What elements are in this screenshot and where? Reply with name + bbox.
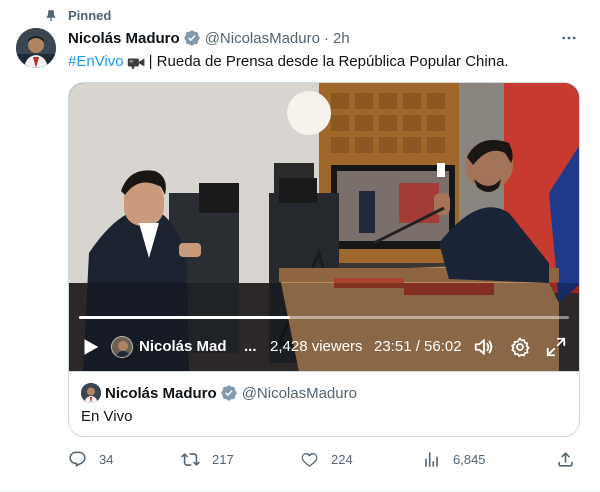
quoted-author-name: Nicolás Maduro	[105, 384, 217, 402]
tweet-actions: 34 217 224 6,845	[68, 450, 580, 470]
repost-icon	[181, 453, 200, 466]
channel-name[interactable]: Nicolás Mad	[139, 338, 227, 355]
share-icon	[558, 452, 573, 467]
verified-badge-icon	[221, 385, 237, 401]
separator-dot: ·	[323, 29, 329, 47]
play-button[interactable]	[79, 336, 101, 358]
quoted-author-avatar	[81, 383, 101, 403]
reply-count: 34	[99, 452, 114, 467]
tweet-header: Nicolás Maduro @NicolasMaduro · 2h	[68, 29, 586, 47]
video-frame	[69, 83, 579, 371]
volume-icon	[474, 339, 493, 355]
views-icon	[425, 452, 438, 467]
volume-button[interactable]	[473, 336, 495, 358]
settings-icon	[511, 337, 530, 357]
video-progress-bar[interactable]	[79, 316, 569, 319]
tweet-timestamp[interactable]: 2h	[333, 30, 350, 47]
pin-icon	[46, 9, 56, 22]
fullscreen-button[interactable]	[545, 336, 567, 358]
author-avatar[interactable]	[16, 28, 56, 68]
verified-badge-icon	[184, 30, 200, 46]
viewer-count: 2,428 viewers	[270, 338, 363, 355]
pinned-label: Pinned	[68, 8, 112, 23]
channel-name-ellipsis: ...	[244, 338, 257, 355]
settings-button[interactable]	[509, 336, 531, 358]
share-button[interactable]	[556, 450, 575, 469]
fullscreen-icon	[546, 337, 566, 357]
like-icon	[301, 452, 318, 467]
tweet-text: #EnVivo | Rueda de Prensa desde la Repúb…	[68, 52, 509, 72]
quoted-tweet-text: En Vivo	[81, 408, 133, 425]
video-progress-fill	[79, 316, 290, 319]
video-player[interactable]: Nicolás Mad ... 2,428 viewers 23:51 / 56…	[68, 82, 580, 371]
video-time: 23:51 / 56:02	[374, 338, 462, 355]
play-icon	[84, 339, 99, 355]
repost-button[interactable]: 217	[181, 450, 234, 469]
author-name[interactable]: Nicolás Maduro	[68, 30, 180, 47]
quoted-tweet[interactable]: Nicolás Maduro @NicolasMaduro En Vivo	[68, 371, 580, 437]
hashtag-link[interactable]: #EnVivo	[68, 52, 124, 72]
repost-count: 217	[212, 452, 234, 467]
tweet-body: | Rueda de Prensa desde la República Pop…	[148, 53, 509, 70]
channel-avatar[interactable]	[111, 336, 133, 358]
pinned-indicator: Pinned	[44, 8, 111, 23]
reply-button[interactable]: 34	[68, 450, 113, 469]
reply-icon	[69, 451, 86, 468]
video-controls: Nicolás Mad ... 2,428 viewers 23:51 / 56…	[69, 332, 579, 362]
author-handle[interactable]: @NicolasMaduro	[205, 30, 320, 47]
pinned-tweet[interactable]: Pinned Nicolás Maduro @NicolasMaduro · 2…	[0, 0, 600, 492]
more-options-button[interactable]	[558, 27, 580, 49]
like-count: 224	[331, 452, 353, 467]
view-count: 6,845	[453, 452, 486, 467]
more-icon	[562, 36, 576, 40]
views-button[interactable]: 6,845	[422, 450, 486, 469]
quoted-author-handle: @NicolasMaduro	[241, 384, 357, 402]
quoted-tweet-header: Nicolás Maduro @NicolasMaduro	[81, 383, 357, 403]
like-button[interactable]: 224	[300, 450, 353, 469]
video-camera-icon	[127, 58, 145, 69]
